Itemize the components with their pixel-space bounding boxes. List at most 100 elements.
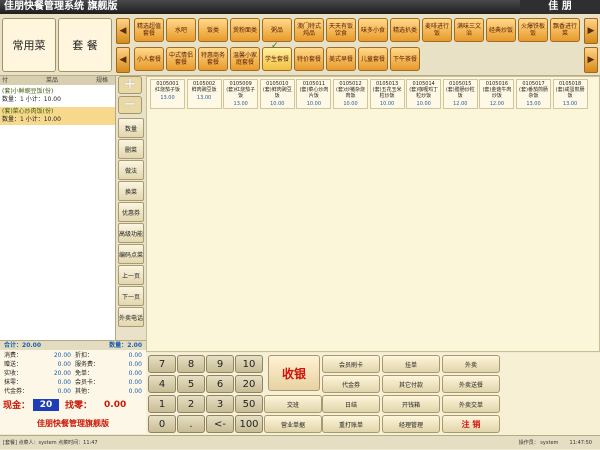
side-button[interactable]: 数量: [118, 118, 144, 138]
dish-card[interactable]: 0105016 (套)金菇牛肉炒饭 12.00: [479, 79, 515, 109]
function-button[interactable]: 外卖: [442, 355, 500, 373]
category-button[interactable]: 精选扒类: [390, 18, 420, 42]
side-button[interactable]: 高级功能: [118, 223, 144, 243]
side-button[interactable]: 上一页: [118, 265, 144, 285]
order-item-selected[interactable]: (套)菜心炒肉饭(份) 数量：1 小计：10.00: [0, 107, 115, 125]
keypad-key[interactable]: 1: [148, 395, 176, 413]
function-button[interactable]: 经理管理: [382, 415, 440, 433]
order-item[interactable]: (套)小鲜豌豆饭(份) 数量：1 小计：10.00: [0, 87, 115, 105]
keypad-key[interactable]: .: [177, 415, 205, 433]
checkout-button[interactable]: 收银: [268, 355, 320, 391]
dish-card[interactable]: 0105001 红烧茄子饭 13.00: [150, 79, 185, 109]
dish-name: 鲜肉豌豆饭: [191, 87, 217, 93]
side-button[interactable]: 外卖电话: [118, 307, 144, 327]
side-button[interactable]: 删菜: [118, 139, 144, 159]
category-button[interactable]: 麦啡进行饭: [422, 18, 452, 42]
function-button[interactable]: 外卖送餐: [442, 375, 500, 393]
function-button[interactable]: 挂单: [382, 355, 440, 373]
keypad-key[interactable]: 20: [235, 375, 263, 393]
category-button[interactable]: 经典炒饭: [486, 18, 516, 42]
dish-card[interactable]: 0105014 (套)咖喱鸡丁粒炒饭 10.00: [406, 79, 442, 109]
category-button-selected[interactable]: 学生套餐 ✓: [262, 42, 292, 71]
category-button[interactable]: 水吧: [166, 18, 196, 42]
function-button[interactable]: 会员刷卡: [322, 355, 380, 373]
category-button[interactable]: 儿童套餐: [358, 47, 388, 71]
status-time: 11:47:50: [569, 440, 592, 446]
dish-card[interactable]: 0105010 (套)鲜肉豌豆饭 10.00: [259, 79, 295, 109]
dish-card[interactable]: 0105009 (套)红烧茄子饭 13.00: [223, 79, 259, 109]
function-button[interactable]: 营业单据: [264, 415, 322, 433]
category-button[interactable]: 特惠商务套餐: [198, 47, 228, 71]
category-button[interactable]: 小人套餐: [134, 47, 164, 71]
category-button[interactable]: 天天有饭饮食: [326, 18, 356, 42]
dish-card[interactable]: 0105017 (套)番茄煎肠杂饭 13.00: [516, 79, 551, 109]
keypad-key[interactable]: 4: [148, 375, 176, 393]
plus-button[interactable]: +: [118, 76, 142, 94]
keypad-key[interactable]: 100: [235, 415, 263, 433]
category-button[interactable]: 温馨小家庭套餐: [230, 47, 260, 71]
side-button[interactable]: 做法: [118, 160, 144, 180]
dish-card[interactable]: 0105012 (套)炒猪杂烧肉饭 10.00: [333, 79, 368, 109]
cash-input[interactable]: 20: [33, 398, 60, 411]
keypad-key[interactable]: 7: [148, 355, 176, 373]
function-button[interactable]: 日结: [322, 395, 380, 413]
summary-cell: 实收： 20.00: [2, 369, 73, 378]
summary-cell: 其他： 0.00: [73, 387, 144, 396]
dish-card[interactable]: 0105013 (套)五花玉米粒炒饭 10.00: [369, 79, 405, 109]
keypad-key[interactable]: 6: [206, 375, 234, 393]
prev-category-row2-icon[interactable]: ◀: [116, 47, 130, 73]
dish-name: (套)番茄煎肠杂饭: [519, 87, 548, 99]
summary-label: 抹零：: [4, 379, 23, 386]
dish-name: (套)炒猪杂烧肉饭: [336, 87, 365, 99]
dish-card[interactable]: 0105018 (套)咸蛋煎肠饭 13.00: [552, 79, 588, 109]
minus-button[interactable]: −: [118, 96, 142, 114]
category-button[interactable]: 特价套餐: [294, 47, 324, 71]
keypad-key[interactable]: 0: [148, 415, 176, 433]
order-item-detail: 数量：1 小计：10.00: [2, 96, 61, 103]
prev-category-icon[interactable]: ◀: [116, 18, 130, 44]
category-button[interactable]: 美式早餐: [326, 47, 356, 71]
function-button[interactable]: 其它付款: [382, 375, 440, 393]
category-button[interactable]: 澳门特式炖品: [294, 18, 324, 42]
category-button[interactable]: 下午茶餐: [390, 47, 420, 71]
category-button[interactable]: 中式情侣套餐: [166, 47, 196, 71]
category-button[interactable]: 饭类: [198, 18, 228, 42]
side-button[interactable]: 下一页: [118, 286, 144, 306]
keypad-key[interactable]: 8: [177, 355, 205, 373]
category-button[interactable]: 满味三文治: [454, 18, 484, 42]
keypad-key[interactable]: <-: [206, 415, 234, 433]
category-button[interactable]: 精选超值套餐: [134, 18, 164, 42]
function-button[interactable]: 开钱箱: [382, 395, 440, 413]
dish-card[interactable]: 0105015 (套)腊肠炒粒饭 12.00: [442, 79, 478, 109]
category-button[interactable]: 味多小食: [358, 18, 388, 42]
summary-grid: 消费： 20.00 折扣： 0.00 赠送： 0.00 服务费： 0.00 实收： 20.00 免单…: [0, 350, 146, 397]
dish-card[interactable]: 0105011 (套)菜心炒肉片饭 10.00: [296, 79, 332, 109]
category-button[interactable]: 火爆铁板饭: [518, 18, 548, 42]
category-button[interactable]: 飘香进行菜: [550, 18, 580, 42]
side-button[interactable]: 编码点菜: [118, 244, 144, 264]
keypad-key[interactable]: 3: [206, 395, 234, 413]
logout-button[interactable]: 注 销: [442, 415, 500, 433]
keypad-key[interactable]: 50: [235, 395, 263, 413]
header-spec: 规格: [95, 77, 108, 84]
keypad-key[interactable]: 2: [177, 395, 205, 413]
dish-price: 13.00: [562, 101, 578, 107]
tab-common-dishes[interactable]: 常用菜: [2, 18, 56, 72]
side-button[interactable]: 换菜: [118, 181, 144, 201]
next-category-icon[interactable]: ▶: [584, 18, 598, 44]
function-button[interactable]: 外卖交单: [442, 395, 500, 413]
category-button[interactable]: 粥品: [262, 18, 292, 42]
category-button[interactable]: 煲粉面类: [230, 18, 260, 42]
side-button[interactable]: 优惠券: [118, 202, 144, 222]
keypad-key[interactable]: 10: [235, 355, 263, 373]
action-sidebar: + − 数量 删菜 做法 换菜 优惠券 高级功能 编码点菜 上一页 下一页 外卖电话: [116, 76, 146, 340]
tab-set-meals[interactable]: 套 餐: [58, 18, 112, 72]
function-button[interactable]: 代金券: [322, 375, 380, 393]
title-bar: 佳朋快餐管理系统 旗舰版 佳 朋: [0, 0, 600, 14]
next-category-row2-icon[interactable]: ▶: [584, 47, 598, 73]
function-button[interactable]: 交班: [264, 395, 322, 413]
keypad-key[interactable]: 5: [177, 375, 205, 393]
function-button[interactable]: 重打账单: [322, 415, 380, 433]
dish-card[interactable]: 0105002 鲜肉豌豆饭 13.00: [186, 79, 222, 109]
keypad-key[interactable]: 9: [206, 355, 234, 373]
